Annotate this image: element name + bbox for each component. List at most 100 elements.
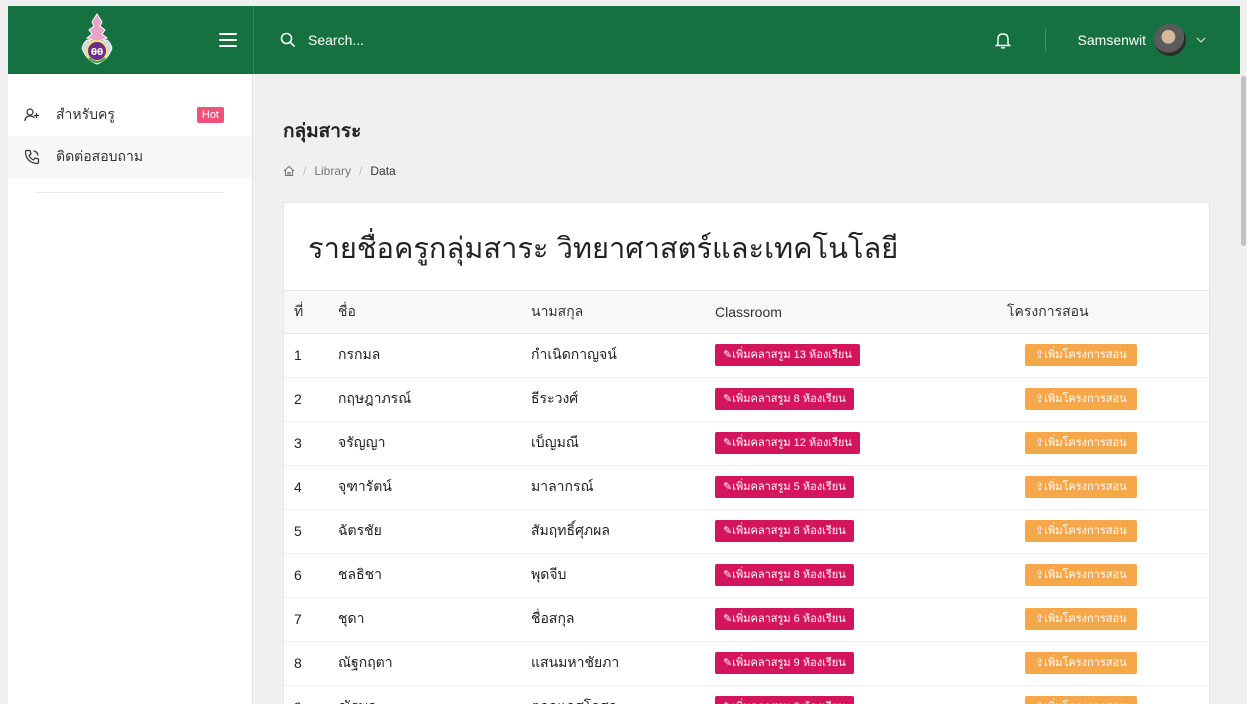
sidebar-item-contact[interactable]: ติดต่อสอบถาม	[8, 136, 252, 178]
teacher-list-card: รายชื่อครูกลุ่มสาระ วิทยาศาสตร์และเทคโนโ…	[283, 202, 1210, 704]
add-classroom-button[interactable]: ✎เพิ่มคลาสรูม 9 ห้องเรียน	[715, 652, 854, 674]
add-teaching-project-button[interactable]: ⇪เพิ่มโครงการสอน	[1025, 388, 1137, 410]
hot-badge: Hot	[196, 107, 224, 123]
column-header-last-name: นามสกุล	[531, 291, 715, 334]
breadcrumb: / Library / Data	[283, 164, 1210, 178]
table-row: 9ณัฐพลตฤณเกศโกศล✎เพิ่มคลาสรูม 8 ห้องเรีย…	[284, 685, 1209, 704]
classroom-cell: ✎เพิ่มคลาสรูม 8 ห้องเรียน	[715, 377, 1007, 422]
row-number: 5	[284, 509, 338, 554]
classroom-cell: ✎เพิ่มคลาสรูม 13 ห้องเรียน	[715, 333, 1007, 378]
add-user-icon	[24, 108, 39, 122]
breadcrumb-library[interactable]: Library	[314, 164, 351, 178]
teacher-last-name: เบ็ญมณี	[531, 421, 715, 466]
chevron-down-icon[interactable]	[1196, 36, 1206, 44]
teacher-first-name: ณัฐพล	[338, 685, 531, 704]
add-classroom-button[interactable]: ✎เพิ่มคลาสรูม 6 ห้องเรียน	[715, 608, 854, 630]
add-classroom-button[interactable]: ✎เพิ่มคลาสรูม 12 ห้องเรียน	[715, 432, 860, 454]
classroom-cell: ✎เพิ่มคลาสรูม 8 ห้องเรียน	[715, 685, 1007, 704]
table-row: 1 กรกมล กำเนิดกาญจน์ ✎เพิ่มคลาสรูม 13 ห้องเ…	[284, 333, 1209, 378]
teacher-first-name: ณัฐกฤตา	[338, 641, 531, 686]
add-teaching-project-button[interactable]: ⇪เพิ่มโครงการสอน	[1025, 344, 1137, 366]
menu-toggle-icon[interactable]	[219, 33, 237, 47]
project-cell: ⇪เพิ่มโครงการสอน	[1007, 553, 1209, 598]
row-number: 6	[284, 553, 338, 598]
username: Samsenwit	[1077, 32, 1146, 48]
teacher-last-name: กำเนิดกาญจน์	[531, 333, 715, 378]
search-icon[interactable]	[280, 32, 296, 48]
row-number: 8	[284, 641, 338, 686]
sidebar: สำหรับครู Hot ติดต่อสอบถาม	[8, 74, 253, 704]
add-teaching-project-button[interactable]: ⇪เพิ่มโครงการสอน	[1025, 696, 1137, 704]
teacher-last-name: มาลากรณ์	[531, 465, 715, 510]
classroom-cell: ✎เพิ่มคลาสรูม 12 ห้องเรียน	[715, 421, 1007, 466]
sidebar-item-for-teachers[interactable]: สำหรับครู Hot	[8, 94, 252, 136]
sidebar-divider	[36, 192, 224, 193]
table-row: 6 ชลธิชา พุดจีบ ✎เพิ่มคลาสรูม 8 ห้องเรียน ⇪เ…	[284, 553, 1209, 598]
main-content: กลุ่มสาระ / Library / Data รายชื่อครูกลุ…	[283, 74, 1210, 704]
classroom-cell: ✎เพิ่มคลาสรูม 8 ห้องเรียน	[715, 553, 1007, 598]
page-title: กลุ่มสาระ	[283, 121, 362, 142]
search-input[interactable]	[308, 32, 608, 48]
classroom-cell: ✎เพิ่มคลาสรูม 6 ห้องเรียน	[715, 597, 1007, 642]
row-number: 3	[284, 421, 338, 466]
add-classroom-button[interactable]: ✎เพิ่มคลาสรูม 13 ห้องเรียน	[715, 344, 860, 366]
add-teaching-project-button[interactable]: ⇪เพิ่มโครงการสอน	[1025, 564, 1137, 586]
sidebar-item-label: ติดต่อสอบถาม	[56, 148, 144, 164]
project-cell: ⇪เพิ่มโครงการสอน	[1007, 421, 1209, 466]
home-icon[interactable]	[283, 165, 295, 177]
teacher-last-name: แสนมหาชัยภา	[531, 641, 715, 686]
teacher-last-name: ชื่อสกุล	[531, 597, 715, 642]
table-row: 7 ชุดา ชื่อสกุล ✎เพิ่มคลาสรูม 6 ห้องเรียน ⇪เ…	[284, 597, 1209, 642]
project-cell: ⇪เพิ่มโครงการสอน	[1007, 641, 1209, 686]
card-title: รายชื่อครูกลุ่มสาระ วิทยาศาสตร์และเทคโนโ…	[284, 203, 1209, 291]
add-classroom-button[interactable]: ✎เพิ่มคลาสรูม 8 ห้องเรียน	[715, 564, 854, 586]
school-logo[interactable]: θθ	[78, 12, 116, 68]
teacher-first-name: จรัญญา	[338, 421, 531, 466]
navbar-divider	[253, 6, 254, 74]
column-header-teaching-project: โครงการสอน	[1007, 291, 1209, 334]
scrollbar-thumb[interactable]	[1241, 76, 1246, 246]
table-row: 8 ณัฐกฤตา แสนมหาชัยภา ✎เพิ่มคลาสรูม 9 ห้องเ…	[284, 641, 1209, 686]
classroom-cell: ✎เพิ่มคลาสรูม 9 ห้องเรียน	[715, 641, 1007, 686]
add-teaching-project-button[interactable]: ⇪เพิ่มโครงการสอน	[1025, 432, 1137, 454]
avatar[interactable]	[1154, 24, 1186, 56]
row-number: 2	[284, 377, 338, 422]
teacher-first-name: กรกมล	[338, 333, 531, 378]
table-row: 4 จุฑารัตน์ มาลากรณ์ ✎เพิ่มคลาสรูม 5 ห้องเร…	[284, 465, 1209, 510]
teacher-last-name: ตฤณเกศโกศล	[531, 685, 715, 704]
add-teaching-project-button[interactable]: ⇪เพิ่มโครงการสอน	[1025, 652, 1137, 674]
add-teaching-project-button[interactable]: ⇪เพิ่มโครงการสอน	[1025, 476, 1137, 498]
phone-icon	[24, 149, 40, 165]
column-header-first-name: ชื่อ	[338, 291, 531, 334]
navbar-separator	[1044, 29, 1046, 51]
breadcrumb-separator: /	[359, 164, 363, 178]
project-cell: ⇪เพิ่มโครงการสอน	[1007, 509, 1209, 554]
bell-icon[interactable]	[994, 31, 1011, 49]
search-box	[280, 32, 995, 48]
add-classroom-button[interactable]: ✎เพิ่มคลาสรูม 8 ห้องเรียน	[715, 696, 854, 704]
add-classroom-button[interactable]: ✎เพิ่มคลาสรูม 8 ห้องเรียน	[715, 388, 854, 410]
breadcrumb-separator: /	[303, 164, 307, 178]
teacher-last-name: ธีระวงศ์	[531, 377, 715, 422]
teacher-first-name: กฤษฎาภรณ์	[338, 377, 531, 422]
column-header-no: ที่	[284, 291, 338, 334]
add-teaching-project-button[interactable]: ⇪เพิ่มโครงการสอน	[1025, 608, 1137, 630]
table-row: 5 ฉัตรชัย สัมฤทธิ์ศุภผล ✎เพิ่มคลาสรูม 8 ห้อ…	[284, 509, 1209, 554]
classroom-cell: ✎เพิ่มคลาสรูม 5 ห้องเรียน	[715, 465, 1007, 510]
brand-area: θθ	[8, 6, 253, 74]
add-classroom-button[interactable]: ✎เพิ่มคลาสรูม 5 ห้องเรียน	[715, 476, 854, 498]
teacher-last-name: สัมฤทธิ์ศุภผล	[531, 509, 715, 554]
teacher-first-name: ฉัตรชัย	[338, 509, 531, 554]
column-header-classroom: Classroom	[715, 291, 1007, 334]
user-menu[interactable]: Samsenwit	[1078, 24, 1206, 56]
svg-text:θθ: θθ	[91, 48, 103, 58]
add-teaching-project-button[interactable]: ⇪เพิ่มโครงการสอน	[1025, 520, 1137, 542]
table-row: 3 จรัญญา เบ็ญมณี ✎เพิ่มคลาสรูม 12 ห้องเรียน…	[284, 421, 1209, 466]
table-body: 1 กรกมล กำเนิดกาญจน์ ✎เพิ่มคลาสรูม 13 ห้องเ…	[284, 333, 1209, 704]
table-row: 2 กฤษฎาภรณ์ ธีระวงศ์ ✎เพิ่มคลาสรูม 8 ห้องเร…	[284, 377, 1209, 422]
teacher-last-name: พุดจีบ	[531, 553, 715, 598]
teacher-first-name: ชลธิชา	[338, 553, 531, 598]
add-classroom-button[interactable]: ✎เพิ่มคลาสรูม 8 ห้องเรียน	[715, 520, 854, 542]
sidebar-item-label: สำหรับครู	[56, 106, 115, 122]
project-cell: ⇪เพิ่มโครงการสอน	[1007, 333, 1209, 378]
